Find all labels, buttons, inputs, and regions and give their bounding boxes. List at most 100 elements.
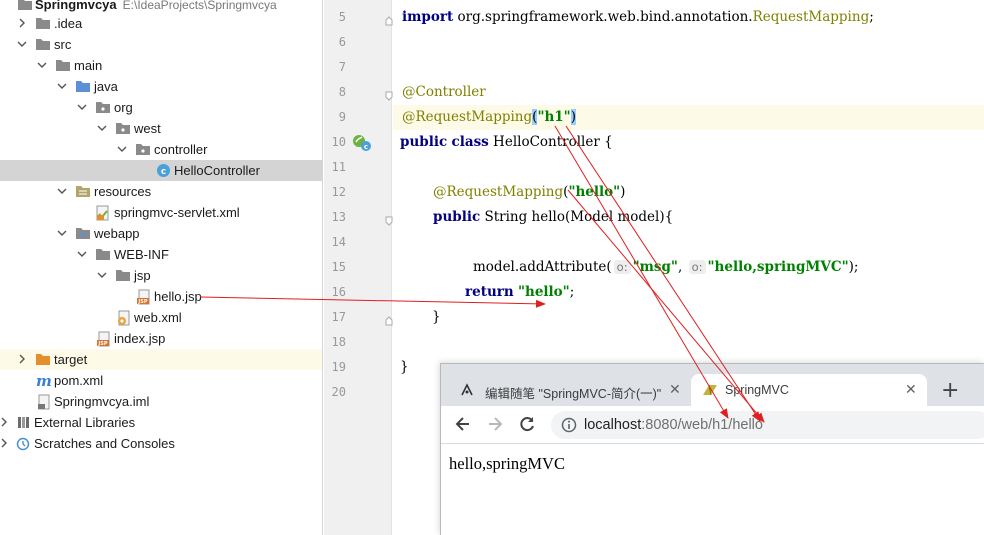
tree-row-pom[interactable]: m pom.xml bbox=[0, 370, 322, 391]
close-icon[interactable]: ✕ bbox=[905, 381, 917, 398]
tree-row-java[interactable]: java bbox=[0, 76, 322, 97]
page-favicon-icon bbox=[701, 382, 719, 401]
back-arrow-icon[interactable] bbox=[453, 414, 473, 434]
code-line-17[interactable]: } bbox=[432, 309, 441, 325]
tree-row-jsp[interactable]: jsp bbox=[0, 265, 322, 286]
fold-marker-icon[interactable] bbox=[385, 11, 393, 30]
library-icon bbox=[16, 415, 32, 430]
page-content: hello,springMVC bbox=[449, 454, 565, 473]
code-line-15[interactable]: model.addAttribute(o: "msg", o: "hello,spr… bbox=[473, 259, 858, 275]
code-line-8[interactable]: @Controller bbox=[402, 84, 486, 100]
project-tree: Springmvcya E:\IdeaProjects\Springmvcya .… bbox=[0, 0, 323, 535]
line-number: 19 bbox=[331, 360, 346, 374]
tree-row-main[interactable]: main bbox=[0, 55, 322, 76]
chevron-down-icon[interactable] bbox=[56, 227, 67, 239]
chevron-down-icon[interactable] bbox=[36, 59, 47, 71]
code-line-13[interactable]: public String hello(Model model){ bbox=[433, 209, 673, 225]
tree-label-index-jsp: index.jsp bbox=[114, 331, 166, 346]
mapping-value-hello: "hello" bbox=[568, 184, 621, 200]
keyword-public: public bbox=[400, 134, 448, 150]
info-icon[interactable] bbox=[561, 417, 577, 437]
tree-row-org[interactable]: org bbox=[0, 97, 322, 118]
tree-label-scratches: Scratches and Consoles bbox=[34, 436, 175, 451]
folder-icon bbox=[55, 58, 71, 73]
tree-label-servlet-xml: springmvc-servlet.xml bbox=[114, 205, 240, 220]
tree-row-web-xml[interactable]: web.xml bbox=[0, 307, 322, 328]
chevron-down-icon[interactable] bbox=[56, 185, 67, 197]
chevron-right-icon[interactable] bbox=[0, 437, 10, 449]
tree-row-target[interactable]: target bbox=[0, 349, 322, 370]
chevron-right-icon[interactable] bbox=[17, 17, 27, 29]
chevron-down-icon[interactable] bbox=[16, 38, 27, 50]
keyword-public: public bbox=[433, 209, 481, 225]
tree-row-web-inf[interactable]: WEB-INF bbox=[0, 244, 322, 265]
tree-row-servlet-xml[interactable]: springmvc-servlet.xml bbox=[0, 202, 322, 223]
new-tab-button[interactable]: + bbox=[941, 378, 959, 403]
code-line-19[interactable]: } bbox=[400, 359, 409, 375]
tree-label-controller: controller bbox=[154, 142, 208, 157]
close-icon[interactable]: ✕ bbox=[669, 381, 681, 398]
code-line-9[interactable]: @RequestMapping("h1") bbox=[402, 109, 576, 125]
chevron-down-icon[interactable] bbox=[76, 101, 87, 113]
semicolon: ; bbox=[869, 9, 874, 25]
tree-row-iml[interactable]: Springmvcya.iml bbox=[0, 391, 322, 412]
svg-text:c: c bbox=[161, 167, 166, 177]
java-class-icon: c bbox=[156, 163, 172, 178]
tree-label-pom: pom.xml bbox=[54, 373, 104, 388]
browser-tab-blog-editor[interactable]: 编辑随笔 "SpringMVC-简介(一)" ✕ bbox=[447, 374, 687, 406]
chevron-right-icon[interactable] bbox=[17, 353, 27, 365]
package-icon bbox=[115, 121, 131, 136]
tree-row-webapp[interactable]: webapp bbox=[0, 223, 322, 244]
chevron-right-icon[interactable] bbox=[0, 416, 10, 428]
excluded-folder-icon bbox=[35, 352, 51, 367]
url-text[interactable]: localhost:8080/web/h1/hello bbox=[584, 417, 763, 433]
mapping-value-h1: "h1" bbox=[537, 109, 571, 125]
line-number: 8 bbox=[338, 85, 346, 99]
fold-marker-icon[interactable] bbox=[385, 211, 393, 230]
source-folder-icon bbox=[75, 79, 91, 94]
code-line-10[interactable]: public class HelloController { bbox=[400, 134, 613, 150]
browser-window[interactable]: 编辑随笔 "SpringMVC-简介(一)" ✕ SpringMVC ✕ + l… bbox=[440, 363, 984, 535]
spring-xml-file-icon bbox=[95, 205, 111, 221]
forward-arrow-icon[interactable] bbox=[485, 414, 505, 434]
tab-title: 编辑随笔 "SpringMVC-简介(一)" bbox=[485, 387, 661, 401]
tree-row-idea[interactable]: .idea bbox=[0, 13, 322, 34]
code-line-5[interactable]: import org.springframework.web.bind.anno… bbox=[402, 9, 874, 25]
code-line-12[interactable]: @RequestMapping("hello") bbox=[433, 184, 625, 200]
tree-label-hello-controller: HelloController bbox=[174, 163, 260, 178]
line-number: 10 bbox=[331, 135, 346, 149]
keyword-return: return bbox=[465, 284, 514, 300]
chevron-down-icon[interactable] bbox=[96, 269, 107, 281]
chevron-down-icon[interactable] bbox=[96, 122, 107, 134]
code-line-16[interactable]: return "hello"; bbox=[465, 284, 574, 300]
tree-row-hello-controller[interactable]: c HelloController bbox=[0, 160, 322, 181]
parameter-hint: o: bbox=[613, 260, 631, 274]
tree-row-external-libraries[interactable]: External Libraries bbox=[0, 412, 322, 433]
line-number: 18 bbox=[331, 335, 346, 349]
tree-label-web-inf: WEB-INF bbox=[114, 247, 169, 262]
fold-marker-icon[interactable] bbox=[385, 311, 393, 330]
tree-row-src[interactable]: src bbox=[0, 34, 322, 55]
blog-favicon-icon bbox=[459, 382, 475, 401]
svg-text:c: c bbox=[364, 143, 368, 151]
tree-row-resources[interactable]: resources bbox=[0, 181, 322, 202]
chevron-down-icon[interactable] bbox=[76, 248, 87, 260]
tree-row-west[interactable]: west bbox=[0, 118, 322, 139]
reload-icon[interactable] bbox=[517, 414, 537, 434]
tree-label-target: target bbox=[54, 352, 88, 367]
import-class: RequestMapping bbox=[752, 9, 870, 25]
project-path: E:\IdeaProjects\Springmvcya bbox=[122, 0, 277, 12]
chevron-down-icon[interactable] bbox=[56, 80, 67, 92]
address-bar[interactable]: localhost:8080/web/h1/hello bbox=[551, 411, 984, 439]
tree-row-scratches[interactable]: Scratches and Consoles bbox=[0, 433, 322, 454]
tree-row-index-jsp[interactable]: JSP index.jsp bbox=[0, 328, 322, 349]
tree-row-hello-jsp[interactable]: JSP hello.jsp bbox=[0, 286, 322, 307]
tree-label-webapp: webapp bbox=[94, 226, 140, 241]
tree-row-controller[interactable]: controller bbox=[0, 139, 322, 160]
line-number: 17 bbox=[331, 310, 346, 324]
tree-label-main: main bbox=[74, 58, 103, 73]
browser-tab-springmvc[interactable]: SpringMVC ✕ bbox=[691, 374, 927, 406]
folder-icon bbox=[17, 0, 33, 12]
fold-marker-icon[interactable] bbox=[385, 86, 393, 105]
chevron-down-icon[interactable] bbox=[116, 143, 127, 155]
